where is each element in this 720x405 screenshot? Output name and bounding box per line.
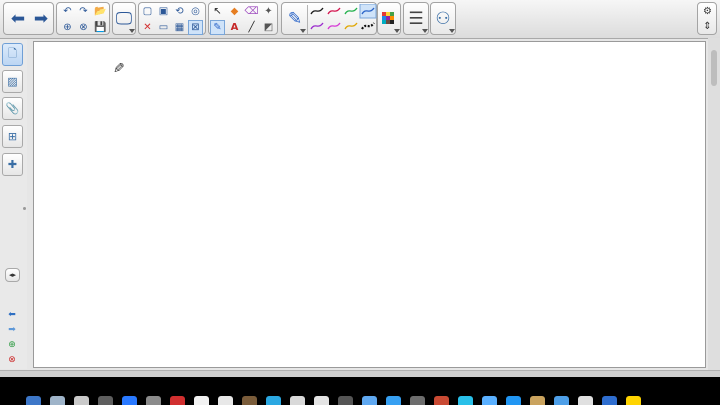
add-blank-page-icon[interactable]: ⊕ bbox=[6, 341, 18, 350]
palette-color-cell bbox=[390, 20, 394, 24]
pen-swatch[interactable] bbox=[361, 22, 375, 30]
gallery-icon[interactable]: ▨ bbox=[2, 70, 23, 93]
pen-swatch[interactable] bbox=[327, 22, 341, 30]
pen-tool-icon[interactable]: ✎ bbox=[283, 7, 307, 31]
remove-page-icon[interactable]: ⊗ bbox=[6, 356, 18, 365]
pen-swatch[interactable] bbox=[310, 22, 324, 30]
move-toolbar-icon[interactable]: ⇕ bbox=[700, 19, 715, 34]
document-camera-icon[interactable]: ⊠ bbox=[188, 20, 203, 35]
fill-icon[interactable]: ◩ bbox=[261, 20, 276, 35]
line-properties-icon[interactable]: ☰ bbox=[404, 7, 428, 31]
select-arrow-icon[interactable]: ↖ bbox=[210, 4, 225, 19]
settings-gear-icon[interactable]: ⚙ bbox=[700, 4, 715, 19]
color-palette-icon[interactable] bbox=[382, 12, 394, 24]
save-icon[interactable]: 💾 bbox=[93, 20, 108, 35]
creative-pen-icon[interactable]: ✎ bbox=[210, 20, 225, 35]
pen-styles-group: ✎ bbox=[281, 2, 377, 35]
full-screen-icon[interactable]: ▭ bbox=[156, 20, 171, 35]
line-tool-icon[interactable]: ╱ bbox=[244, 20, 259, 35]
status-bar bbox=[0, 370, 720, 377]
mac-dock bbox=[22, 396, 712, 405]
shapes-icon[interactable]: ◆ bbox=[227, 4, 242, 19]
insert-group: ▢ ▣ ⟲ ◎ ✕ ▭ ▦ ⊠ bbox=[138, 2, 206, 35]
navigation-group: ⬅ ➡ bbox=[3, 2, 54, 35]
pen-swatch[interactable] bbox=[310, 7, 324, 15]
toolbar-options-group: ⚙ ⇕ bbox=[697, 2, 717, 35]
screen-shade-icon[interactable]: 🖵 bbox=[112, 7, 136, 31]
attachments-icon[interactable]: 📎 bbox=[2, 97, 23, 120]
line-properties-group: ☰ bbox=[403, 2, 429, 35]
pen-cursor-icon: ✎ bbox=[113, 61, 125, 77]
screen-group: 🖵 bbox=[112, 2, 136, 35]
screen-capture-icon[interactable]: ◎ bbox=[188, 4, 203, 19]
linked-objects-icon[interactable]: ⚇ bbox=[431, 7, 455, 31]
delete-page-icon[interactable]: ⊗ bbox=[76, 20, 91, 35]
magic-pen-icon[interactable]: ✦ bbox=[261, 4, 276, 19]
addons-group: ⚇ bbox=[430, 2, 456, 35]
new-page-icon[interactable]: ▢ bbox=[140, 4, 155, 19]
pen-swatch[interactable] bbox=[344, 22, 358, 30]
previous-page-icon[interactable]: ⬅ bbox=[6, 311, 18, 320]
tools-group: ↖ ◆ ⌫ ✦ ✎ A ╱ ◩ bbox=[208, 2, 278, 35]
next-page-icon[interactable]: ➡ bbox=[6, 326, 18, 335]
collapse-sidebar-icon[interactable]: ◂▸ bbox=[5, 268, 20, 282]
main-toolbar: ⬅ ➡ ↶ ↷ 📂 ⊕ ⊗ 💾 🖵 ▢ ▣ ⟲ ◎ ✕ ▭ ▦ ⊠ ↖ ◆ ⌫ … bbox=[0, 0, 720, 39]
insert-picture-icon[interactable]: ▣ bbox=[156, 4, 171, 19]
smart-notebook-window: ⬅ ➡ ↶ ↷ 📂 ⊕ ⊗ 💾 🖵 ▢ ▣ ⟲ ◎ ✕ ▭ ▦ ⊠ ↖ ◆ ⌫ … bbox=[0, 0, 720, 377]
properties-icon[interactable]: ⊞ bbox=[2, 125, 23, 148]
add-page-icon[interactable]: ⊕ bbox=[60, 20, 75, 35]
color-palette-group bbox=[377, 2, 401, 35]
right-scroll-area bbox=[708, 38, 720, 370]
forward-arrow-icon[interactable]: ➡ bbox=[29, 7, 53, 31]
vertical-scrollbar[interactable] bbox=[711, 50, 717, 86]
whiteboard-canvas[interactable]: ✎ bbox=[33, 41, 706, 368]
open-folder-icon[interactable]: 📂 bbox=[93, 4, 108, 19]
rotate-icon[interactable]: ⟲ bbox=[172, 4, 187, 19]
text-tool-icon[interactable]: A bbox=[227, 20, 242, 35]
pen-swatch[interactable] bbox=[344, 7, 358, 15]
back-arrow-icon[interactable]: ⬅ bbox=[6, 7, 30, 31]
sidebar-resize-dot[interactable] bbox=[23, 207, 26, 210]
edit-group: ↶ ↷ 📂 ⊕ ⊗ 💾 bbox=[56, 2, 110, 35]
addons-puzzle-icon[interactable]: ✚ bbox=[2, 153, 23, 176]
eraser-icon[interactable]: ⌫ bbox=[244, 4, 259, 19]
table-icon[interactable]: ▦ bbox=[172, 20, 187, 35]
page-sorter-icon[interactable]: 🗋 bbox=[2, 43, 23, 66]
pen-swatch[interactable] bbox=[359, 4, 377, 19]
pen-swatch[interactable] bbox=[327, 7, 341, 15]
undo-icon[interactable]: ↶ bbox=[60, 4, 75, 19]
pen-style-swatches[interactable] bbox=[309, 4, 377, 34]
sidebar: 🗋 ▨ 📎 ⊞ ✚ ◂▸ ⬅ ➡ ⊕ ⊗ bbox=[0, 39, 27, 369]
delete-icon[interactable]: ✕ bbox=[140, 20, 155, 35]
redo-icon[interactable]: ↷ bbox=[76, 4, 91, 19]
